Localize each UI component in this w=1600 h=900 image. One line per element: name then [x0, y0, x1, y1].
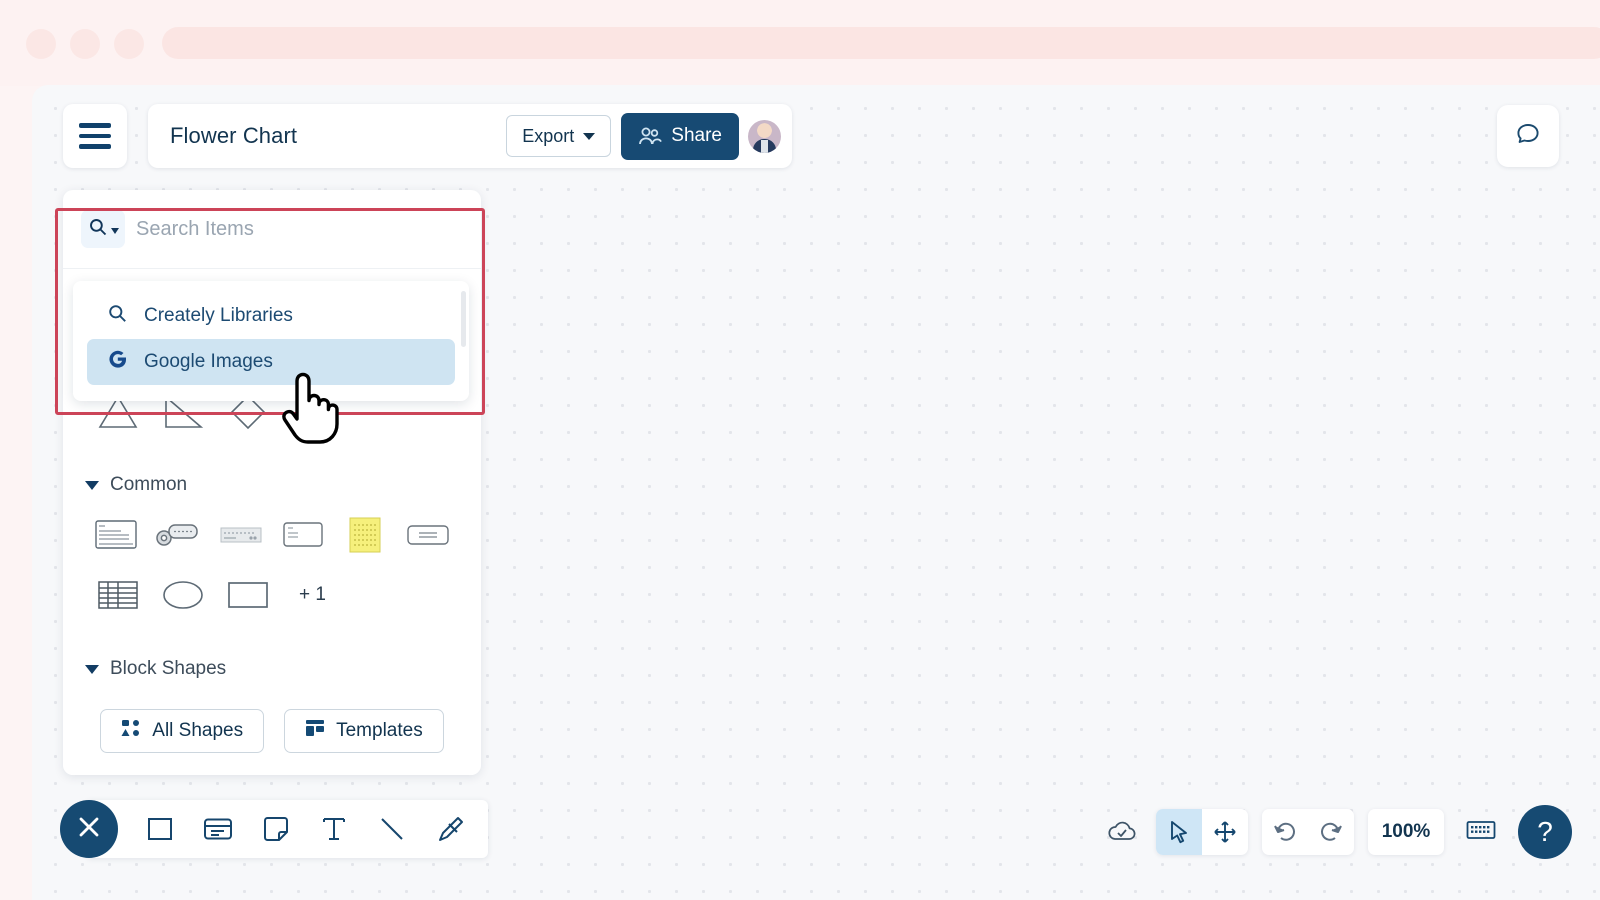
common-shape-row-2: + 1	[63, 564, 481, 626]
dropdown-item-label: Google Images	[144, 351, 273, 372]
sticky-note-tool-icon[interactable]	[259, 809, 293, 849]
chat-button[interactable]	[1497, 105, 1559, 167]
hamburger-icon	[79, 120, 111, 152]
templates-button[interactable]: Templates	[284, 709, 444, 753]
templates-label: Templates	[336, 720, 423, 741]
ellipse-shape[interactable]	[150, 567, 215, 623]
line-tool-icon[interactable]	[375, 809, 409, 849]
yellow-sticky-shape[interactable]	[334, 507, 396, 563]
search-input[interactable]	[136, 217, 481, 241]
keyboard-shortcuts-button[interactable]	[1458, 809, 1504, 855]
more-shapes-count[interactable]: + 1	[280, 567, 345, 623]
avatar[interactable]	[748, 119, 781, 153]
history-group	[1262, 809, 1354, 855]
section-label: Block Shapes	[110, 658, 227, 679]
search-icon	[107, 303, 128, 330]
section-header-common[interactable]: Common	[63, 464, 481, 506]
key-tag-shape[interactable]	[147, 507, 209, 563]
chat-bubble-icon	[1513, 119, 1543, 154]
search-source-dropdown[interactable]: Creately Libraries Google Images	[73, 281, 469, 401]
window-maximize-dot[interactable]	[114, 29, 144, 59]
caret-down-icon	[85, 480, 99, 490]
export-button[interactable]: Export	[506, 115, 612, 157]
window-minimize-dot[interactable]	[70, 29, 100, 59]
dropdown-item-google-images[interactable]: Google Images	[87, 339, 455, 385]
pointing-hand-cursor	[275, 368, 339, 451]
note-card-shape[interactable]	[272, 507, 334, 563]
dashed-strip-shape[interactable]	[210, 507, 272, 563]
document-titlebar: Flower Chart Export Share	[148, 104, 792, 168]
google-g-icon	[107, 349, 128, 376]
browser-chrome	[0, 0, 1600, 86]
pan-move-icon[interactable]	[1202, 809, 1248, 855]
search-icon	[88, 217, 108, 242]
document-card-shape[interactable]	[85, 507, 147, 563]
shapes-grid-icon	[121, 718, 141, 744]
close-shapes-panel-button[interactable]	[60, 800, 118, 858]
pen-tool-icon[interactable]	[433, 809, 467, 849]
search-source-button[interactable]	[81, 210, 125, 248]
browser-address-bar[interactable]	[162, 27, 1600, 59]
all-shapes-label: All Shapes	[152, 720, 244, 741]
redo-icon[interactable]	[1308, 809, 1354, 855]
dropdown-scrollbar[interactable]	[461, 291, 466, 347]
rectangle-tool-icon[interactable]	[143, 809, 177, 849]
pointer-mode-group	[1156, 809, 1248, 855]
chevron-down-icon	[583, 132, 596, 140]
cloud-saved-icon	[1102, 812, 1142, 852]
share-button[interactable]: Share	[621, 112, 739, 160]
dropdown-item-creately-libraries[interactable]: Creately Libraries	[87, 293, 455, 339]
bottom-toolbar	[88, 800, 488, 858]
section-header-block-shapes[interactable]: Block Shapes	[63, 648, 481, 690]
common-shape-row-1	[63, 506, 481, 564]
keyboard-icon	[1466, 819, 1496, 846]
help-label: ?	[1537, 816, 1553, 847]
shapes-panel: Common	[63, 190, 481, 775]
caret-down-icon	[110, 227, 119, 234]
undo-icon[interactable]	[1262, 809, 1308, 855]
panel-footer: All Shapes Templates	[63, 687, 481, 775]
section-label: Common	[110, 474, 188, 495]
zoom-level[interactable]: 100%	[1368, 809, 1444, 855]
cursor-select-icon[interactable]	[1156, 809, 1202, 855]
caret-down-icon	[85, 664, 99, 674]
all-shapes-button[interactable]: All Shapes	[100, 709, 265, 753]
card-tool-icon[interactable]	[201, 809, 235, 849]
dropdown-item-label: Creately Libraries	[144, 305, 293, 326]
templates-layout-icon	[305, 718, 325, 744]
people-icon	[638, 126, 663, 146]
bottom-right-controls: 100% ?	[1102, 805, 1572, 859]
text-tool-icon[interactable]	[317, 809, 351, 849]
share-button-label: Share	[671, 125, 722, 146]
help-button[interactable]: ?	[1518, 805, 1572, 859]
page-title[interactable]: Flower Chart	[170, 123, 506, 149]
hamburger-menu-button[interactable]	[63, 104, 127, 168]
rounded-label-shape[interactable]	[397, 507, 459, 563]
close-x-icon	[76, 814, 102, 845]
export-button-label: Export	[522, 125, 575, 146]
window-close-dot[interactable]	[26, 29, 56, 59]
table-shape[interactable]	[85, 567, 150, 623]
rectangle-shape[interactable]	[215, 567, 280, 623]
search-row	[63, 190, 481, 268]
